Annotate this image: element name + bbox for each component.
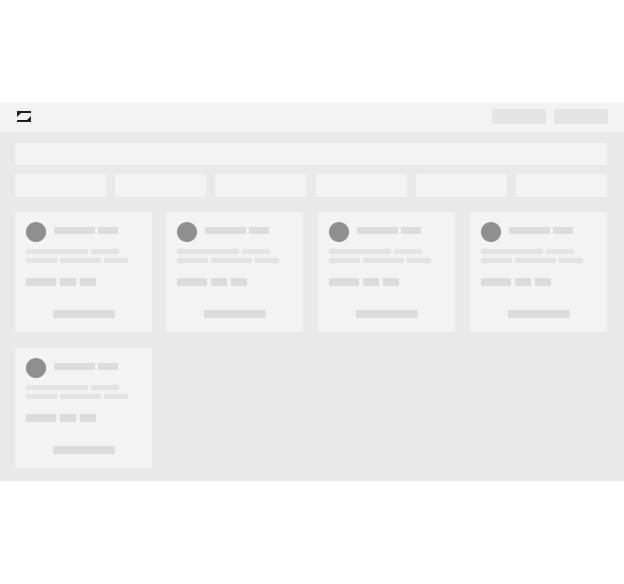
title-placeholder — [249, 227, 269, 234]
avatar-placeholder — [481, 222, 501, 242]
description-line-placeholder — [515, 258, 556, 263]
filter-tabs-row — [15, 174, 607, 197]
tag-placeholder — [60, 278, 76, 286]
tag-placeholder — [515, 278, 531, 286]
tag-placeholder — [26, 278, 56, 286]
description-line-placeholder — [26, 385, 88, 390]
description-line-placeholder — [329, 249, 391, 254]
description-line-placeholder — [60, 394, 101, 399]
title-placeholder — [54, 363, 95, 370]
placeholder-card[interactable] — [15, 348, 152, 468]
description-line-placeholder — [104, 258, 128, 263]
title-placeholder — [553, 227, 573, 234]
description-line-placeholder — [211, 258, 252, 263]
placeholder-card[interactable] — [470, 212, 607, 332]
placeholder-card[interactable] — [318, 212, 455, 332]
title-placeholder — [205, 227, 246, 234]
avatar-placeholder — [177, 222, 197, 242]
tag-placeholder — [383, 278, 399, 286]
description-line-placeholder — [329, 258, 360, 263]
description-line-placeholder — [255, 258, 279, 263]
description-line-placeholder — [407, 258, 431, 263]
action-button-placeholder[interactable] — [508, 310, 570, 318]
filter-tab-placeholder[interactable] — [416, 174, 507, 197]
tag-placeholder — [177, 278, 207, 286]
description-line-placeholder — [91, 249, 119, 254]
search-input-placeholder[interactable] — [15, 143, 607, 165]
description-line-placeholder — [481, 249, 543, 254]
action-button-placeholder[interactable] — [53, 310, 115, 318]
placeholder-card[interactable] — [166, 212, 303, 332]
description-line-placeholder — [546, 249, 574, 254]
tag-placeholder — [363, 278, 379, 286]
description-line-placeholder — [481, 258, 512, 263]
tag-placeholder — [80, 278, 96, 286]
title-placeholder — [98, 363, 118, 370]
avatar-placeholder — [26, 222, 46, 242]
zendesk-logo-icon[interactable] — [16, 110, 32, 123]
tag-placeholder — [80, 414, 96, 422]
title-placeholder — [98, 227, 118, 234]
description-line-placeholder — [177, 258, 208, 263]
title-placeholder — [54, 227, 95, 234]
description-line-placeholder — [177, 249, 239, 254]
title-placeholder — [509, 227, 550, 234]
tag-placeholder — [26, 414, 56, 422]
top-navigation-bar — [0, 102, 624, 132]
tag-placeholder — [329, 278, 359, 286]
action-button-placeholder[interactable] — [53, 446, 115, 454]
description-line-placeholder — [60, 258, 101, 263]
description-line-placeholder — [559, 258, 583, 263]
description-line-placeholder — [394, 249, 422, 254]
description-line-placeholder — [104, 394, 128, 399]
filter-tab-placeholder[interactable] — [215, 174, 306, 197]
description-line-placeholder — [26, 258, 57, 263]
filter-tab-placeholder[interactable] — [115, 174, 206, 197]
avatar-placeholder — [26, 358, 46, 378]
filter-tab-placeholder[interactable] — [15, 174, 106, 197]
tag-placeholder — [481, 278, 511, 286]
tag-placeholder — [60, 414, 76, 422]
avatar-placeholder — [329, 222, 349, 242]
app-loading-skeleton — [0, 102, 624, 481]
description-line-placeholder — [26, 249, 88, 254]
header-button-placeholder[interactable] — [492, 109, 546, 124]
tag-placeholder — [211, 278, 227, 286]
action-button-placeholder[interactable] — [356, 310, 418, 318]
placeholder-card[interactable] — [15, 212, 152, 332]
title-placeholder — [401, 227, 421, 234]
description-line-placeholder — [91, 385, 119, 390]
title-placeholder — [357, 227, 398, 234]
description-line-placeholder — [242, 249, 270, 254]
description-line-placeholder — [26, 394, 57, 399]
tag-placeholder — [535, 278, 551, 286]
header-button-placeholder[interactable] — [554, 109, 608, 124]
tag-placeholder — [231, 278, 247, 286]
filter-tab-placeholder[interactable] — [516, 174, 607, 197]
description-line-placeholder — [363, 258, 404, 263]
action-button-placeholder[interactable] — [204, 310, 266, 318]
filter-tab-placeholder[interactable] — [316, 174, 407, 197]
